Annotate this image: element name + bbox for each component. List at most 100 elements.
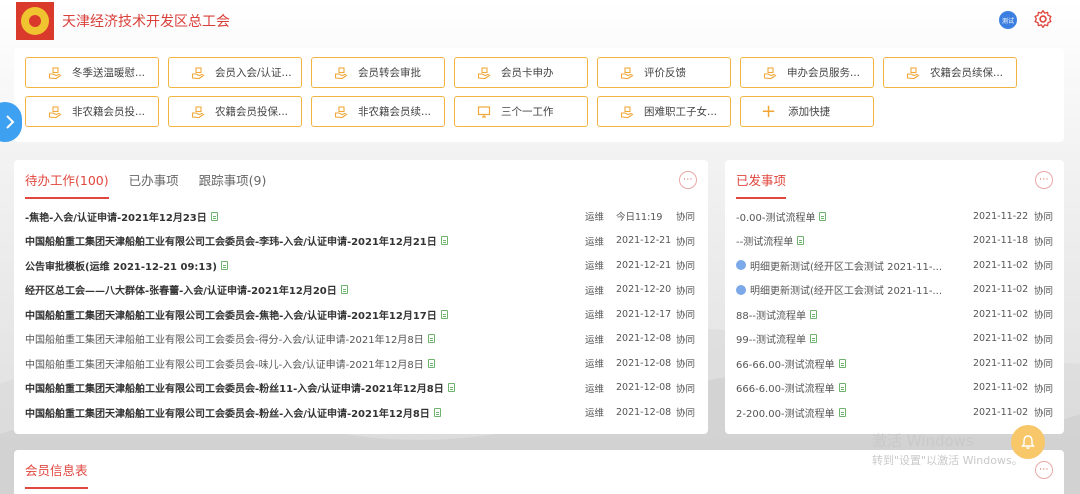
sent-row[interactable]: -0.00-测试流程单 2021-11-22 协同	[736, 204, 1053, 229]
sent-type: 协同	[1034, 236, 1054, 248]
document-icon	[838, 407, 846, 417]
sent-tabs: 已发事项	[736, 170, 787, 199]
quick-link-farm-insure[interactable]: 农籍会员投保...	[168, 96, 302, 127]
sent-row[interactable]: 666-6.00-测试流程单 2021-11-02 协同	[736, 376, 1053, 401]
sent-more-button[interactable]: ···	[1035, 171, 1053, 189]
sent-row[interactable]: 明细更新测试(经开区工会测试 2021-11-... 2021-11-02 协同	[736, 253, 1053, 278]
quick-link-label: 评价反馈	[644, 67, 686, 79]
sent-card: 已发事项 ··· -0.00-测试流程单 2021-11-22 协同 --测试流程单 2…	[725, 160, 1064, 434]
quick-link-member-card[interactable]: 会员卡申办	[454, 57, 588, 88]
todo-sender: 运维	[585, 408, 605, 420]
sent-row[interactable]: 明细更新测试(经开区工会测试 2021-11-... 2021-11-02 协同	[736, 278, 1053, 303]
quick-link-member-transfer[interactable]: 会员转会审批	[311, 57, 445, 88]
quick-link-feedback[interactable]: 评价反馈	[597, 57, 731, 88]
todo-type: 协同	[676, 334, 696, 346]
sent-row[interactable]: 66-66.00-测试流程单 2021-11-02 协同	[736, 351, 1053, 376]
tab-tracking[interactable]: 跟踪事项(9)	[199, 170, 267, 199]
service-hand-icon	[477, 66, 491, 79]
sent-title[interactable]: 66-66.00-测试流程单	[736, 356, 846, 371]
activation-watermark: 激活 Windows	[872, 432, 974, 450]
todo-time: 2021-12-08	[616, 357, 672, 369]
notification-bell-button[interactable]	[1011, 425, 1045, 459]
quick-link-label: 冬季送温暖慰...	[72, 67, 146, 79]
sent-row[interactable]: 2-200.00-测试流程单 2021-11-02 协同	[736, 400, 1053, 425]
sent-row[interactable]: --测试流程单 2021-11-18 协同	[736, 229, 1053, 254]
quick-link-member-service[interactable]: 申办会员服务...	[740, 57, 874, 88]
sent-title[interactable]: -0.00-测试流程单	[736, 209, 827, 224]
todo-row[interactable]: 经开区总工会——八大群体-张春蕾-入会/认证申请-2021年12月20日 运维 20…	[25, 278, 695, 303]
document-icon	[427, 334, 435, 344]
sent-title[interactable]: 2-200.00-测试流程单	[736, 405, 846, 420]
sent-title[interactable]: 666-6.00-测试流程单	[736, 380, 846, 395]
todo-row[interactable]: 中国船舶重工集团天津船舶工业有限公司工会委员会-粉丝-入会/认证申请-2021年…	[25, 400, 695, 425]
todo-card: 待办工作(100) 已办事项 跟踪事项(9) ··· -焦艳-入会/认证申请-2…	[14, 160, 708, 434]
service-hand-icon	[334, 105, 348, 118]
todo-time: 2021-12-17	[616, 308, 672, 320]
sent-row[interactable]: 99--测试流程单 2021-11-02 协同	[736, 327, 1053, 352]
tab-done[interactable]: 已办事项	[129, 170, 179, 199]
todo-time: 2021-12-20	[616, 284, 672, 296]
sent-row[interactable]: 88--测试流程单 2021-11-02 协同	[736, 302, 1053, 327]
todo-row[interactable]: 中国船舶重工集团天津船舶工业有限公司工会委员会-粉丝11-入会/认证申请-202…	[25, 376, 695, 401]
todo-sender: 运维	[585, 359, 605, 371]
todo-row[interactable]: 中国船舶重工集团天津船舶工业有限公司工会委员会-得分-入会/认证申请-2021年…	[25, 327, 695, 352]
member-more-button[interactable]: ···	[1035, 461, 1053, 479]
sent-type: 协同	[1034, 334, 1054, 346]
monitor-icon	[477, 105, 491, 118]
todo-title[interactable]: 中国船舶重工集团天津船舶工业有限公司工会委员会-得分-入会/认证申请-2021年…	[25, 331, 435, 346]
document-icon	[809, 334, 817, 344]
gear-icon[interactable]	[1033, 9, 1053, 29]
todo-row[interactable]: 公告审批模板(运维 2021-12-21 09:13) 运维 2021-12-21 协…	[25, 253, 695, 278]
todo-title[interactable]: -焦艳-入会/认证申请-2021年12月23日	[25, 209, 218, 224]
quick-link-add-shortcut[interactable]: + 添加快捷	[740, 96, 874, 127]
service-hand-icon	[191, 105, 205, 118]
document-icon	[440, 309, 448, 319]
todo-type: 协同	[676, 261, 696, 273]
sent-title[interactable]: 99--测试流程单	[736, 331, 817, 346]
tab-member-info[interactable]: 会员信息表	[25, 460, 88, 489]
todo-row[interactable]: 中国船舶重工集团天津船舶工业有限公司工会委员会-焦艳-入会/认证申请-2021年…	[25, 302, 695, 327]
chevron-right-icon	[6, 115, 15, 129]
tab-sent[interactable]: 已发事项	[736, 170, 787, 199]
service-hand-icon	[48, 66, 62, 79]
activation-watermark-sub: 转到"设置"以激活 Windows。	[872, 454, 1023, 467]
plus-icon: +	[761, 100, 777, 122]
todo-time: 2021-12-21	[616, 259, 672, 271]
todo-title[interactable]: 中国船舶重工集团天津船舶工业有限公司工会委员会-李玮-入会/认证申请-2021年…	[25, 233, 448, 248]
todo-title[interactable]: 中国船舶重工集团天津船舶工业有限公司工会委员会-粉丝-入会/认证申请-2021年…	[25, 405, 441, 420]
quick-link-member-join[interactable]: 会员入会/认证...	[168, 57, 302, 88]
todo-type: 协同	[676, 383, 696, 395]
sent-title[interactable]: 88--测试流程单	[736, 307, 817, 322]
sent-time: 2021-11-02	[973, 333, 1029, 345]
sent-title[interactable]: --测试流程单	[736, 233, 805, 248]
quick-link-poor-children[interactable]: 困难职工子女...	[597, 96, 731, 127]
quick-link-winter-warmth[interactable]: 冬季送温暖慰...	[25, 57, 159, 88]
quick-link-label: 三个一工作	[501, 106, 554, 118]
sent-type: 协同	[1034, 359, 1054, 371]
todo-more-button[interactable]: ···	[679, 171, 697, 189]
todo-row[interactable]: 中国船舶重工集团天津船舶工业有限公司工会委员会-味儿-入会/认证申请-2021年…	[25, 351, 695, 376]
todo-title[interactable]: 公告审批模板(运维 2021-12-21 09:13)	[25, 258, 228, 273]
quick-link-three-one[interactable]: 三个一工作	[454, 96, 588, 127]
org-name: 天津经济技术开发区总工会	[62, 14, 230, 30]
quick-link-farm-renew[interactable]: 农籍会员续保...	[883, 57, 1017, 88]
sent-type: 协同	[1034, 285, 1054, 297]
todo-row[interactable]: -焦艳-入会/认证申请-2021年12月23日 运维 今日11:19 协同	[25, 204, 695, 229]
tab-todo[interactable]: 待办工作(100)	[25, 170, 109, 199]
todo-title[interactable]: 中国船舶重工集团天津船舶工业有限公司工会委员会-焦艳-入会/认证申请-2021年…	[25, 307, 448, 322]
bell-icon	[1021, 435, 1035, 449]
user-avatar[interactable]: 测试	[999, 11, 1017, 29]
todo-title[interactable]: 中国船舶重工集团天津船舶工业有限公司工会委员会-粉丝11-入会/认证申请-202…	[25, 380, 455, 395]
todo-title[interactable]: 中国船舶重工集团天津船舶工业有限公司工会委员会-味儿-入会/认证申请-2021年…	[25, 356, 435, 371]
todo-row[interactable]: 中国船舶重工集团天津船舶工业有限公司工会委员会-李玮-入会/认证申请-2021年…	[25, 229, 695, 254]
document-icon	[427, 358, 435, 368]
sent-title[interactable]: 明细更新测试(经开区工会测试 2021-11-...	[736, 258, 942, 273]
document-icon	[340, 285, 348, 295]
sent-type: 协同	[1034, 261, 1054, 273]
quick-link-label: 会员卡申办	[501, 67, 554, 79]
sent-title[interactable]: 明细更新测试(经开区工会测试 2021-11-...	[736, 282, 942, 297]
quick-link-nonfarm-renew[interactable]: 非农籍会员续...	[311, 96, 445, 127]
todo-title[interactable]: 经开区总工会——八大群体-张春蕾-入会/认证申请-2021年12月20日	[25, 282, 348, 297]
service-hand-icon	[48, 105, 62, 118]
quick-link-nonfarm-insure[interactable]: 非农籍会员投...	[25, 96, 159, 127]
